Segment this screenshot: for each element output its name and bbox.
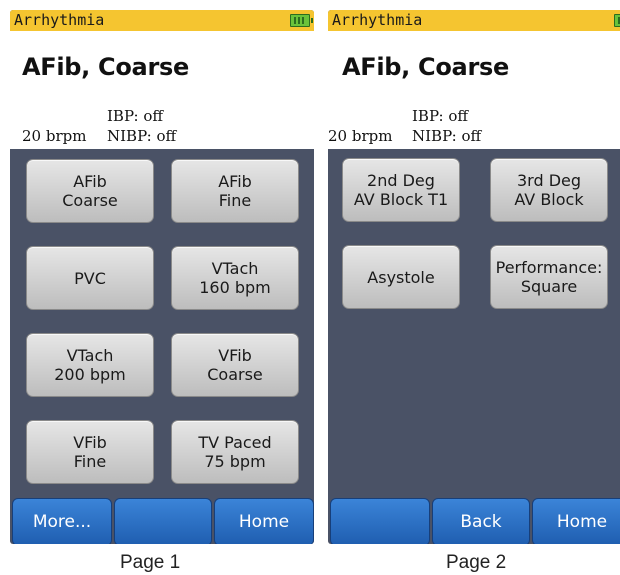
afib-fine-button[interactable]: AFib Fine <box>171 159 299 223</box>
title-bar: Arrhythmia <box>328 10 620 31</box>
ibp-status: IBP: off <box>412 107 469 125</box>
title-bar-label: Arrhythmia <box>14 11 105 29</box>
tv-paced-button[interactable]: TV Paced 75 bpm <box>171 420 299 484</box>
vtach-200-button[interactable]: VTach 200 bpm <box>26 333 154 397</box>
battery-icon <box>290 14 313 27</box>
asystole-button[interactable]: Asystole <box>342 245 460 309</box>
title-bar: Arrhythmia <box>10 10 314 31</box>
title-bar-label: Arrhythmia <box>332 11 423 29</box>
vfib-fine-button[interactable]: VFib Fine <box>26 420 154 484</box>
page-1-caption: Page 1 <box>120 552 181 573</box>
2nd-deg-av-block-button[interactable]: 2nd Deg AV Block T1 <box>342 158 460 222</box>
performance-square-button[interactable]: Performance: Square <box>490 245 608 309</box>
monitor-screen-page-1: Arrhythmia AFib, Coarse IBP: off 20 brpm… <box>10 10 314 544</box>
page-title: AFib, Coarse <box>342 53 509 81</box>
blank-softkey[interactable] <box>330 498 430 544</box>
afib-coarse-button[interactable]: AFib Coarse <box>26 159 154 223</box>
info-panel: AFib, Coarse IBP: off 20 brpm NIBP: off <box>10 31 314 149</box>
monitor-screen-page-2: Arrhythmia AFib, Coarse IBP: off 20 brpm… <box>328 10 620 544</box>
resp-rate: 20 brpm <box>328 127 393 145</box>
page-2-caption: Page 2 <box>446 552 507 573</box>
vtach-160-button[interactable]: VTach 160 bpm <box>171 246 299 310</box>
info-panel: AFib, Coarse IBP: off 20 brpm NIBP: off <box>328 31 620 149</box>
home-softkey[interactable]: Home <box>214 498 314 544</box>
3rd-deg-av-block-button[interactable]: 3rd Deg AV Block <box>490 158 608 222</box>
more-softkey[interactable]: More... <box>12 498 112 544</box>
back-softkey[interactable]: Back <box>432 498 530 544</box>
vfib-coarse-button[interactable]: VFib Coarse <box>171 333 299 397</box>
nibp-status: NIBP: off <box>107 127 177 145</box>
ibp-status: IBP: off <box>107 107 164 125</box>
pvc-button[interactable]: PVC <box>26 246 154 310</box>
page-title: AFib, Coarse <box>22 53 189 81</box>
home-softkey[interactable]: Home <box>532 498 620 544</box>
nibp-status: NIBP: off <box>412 127 482 145</box>
blank-softkey[interactable] <box>114 498 212 544</box>
battery-icon <box>614 14 620 27</box>
resp-rate: 20 brpm <box>22 127 87 145</box>
